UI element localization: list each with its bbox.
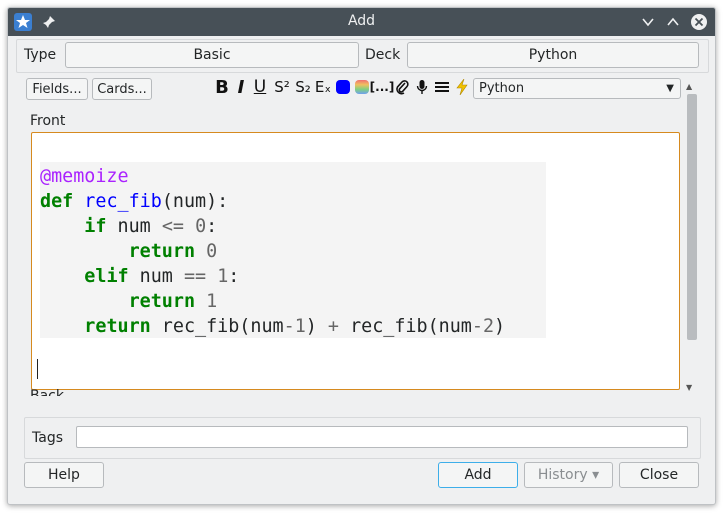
- scrollbar-thumb[interactable]: [687, 94, 697, 340]
- code-line-1: @memoize: [40, 166, 129, 187]
- history-button[interactable]: History ▾: [524, 462, 613, 488]
- window-title: Add: [347, 13, 376, 29]
- superscript-button[interactable]: S²: [273, 77, 291, 97]
- underline-button[interactable]: U: [253, 77, 267, 97]
- add-dialog-window: Add Type Basic Deck Python Fields... Car…: [7, 7, 716, 505]
- code-line-6: return 1: [128, 291, 218, 312]
- tags-input[interactable]: [76, 426, 688, 448]
- deck-button[interactable]: Python: [407, 42, 699, 68]
- clear-format-button[interactable]: Eₓ: [314, 77, 332, 97]
- language-select-value: Python: [479, 81, 525, 96]
- title-bar: Add: [8, 8, 715, 36]
- scroll-up-arrow-icon[interactable]: ▲: [686, 82, 692, 91]
- paperclip-icon[interactable]: [394, 77, 410, 97]
- minimize-chevron-icon[interactable]: [638, 12, 658, 32]
- close-button[interactable]: Close: [619, 462, 699, 488]
- text-color-button[interactable]: [335, 77, 351, 97]
- microphone-icon[interactable]: [414, 77, 430, 97]
- code-line-7: return rec_fib(num-1) + rec_fib(num-2): [84, 316, 506, 337]
- back-field-label: Back: [30, 388, 64, 396]
- cloze-button[interactable]: [...]: [370, 77, 395, 97]
- dropdown-arrow-icon: ▼: [666, 83, 674, 94]
- rainbow-color-icon: [355, 80, 369, 94]
- menu-lines-icon[interactable]: [434, 77, 450, 97]
- lightning-icon[interactable]: [454, 77, 470, 97]
- type-label: Type: [24, 47, 57, 63]
- code-line-4: return 0: [128, 241, 218, 262]
- note-type-button[interactable]: Basic: [65, 42, 359, 68]
- code-line-5: elif num == 1:: [84, 266, 240, 287]
- code-line-2: def rec_fib(num):: [40, 191, 229, 212]
- bold-button[interactable]: B: [215, 77, 229, 98]
- front-field-label: Front: [30, 113, 66, 129]
- fields-button[interactable]: Fields...: [26, 78, 88, 100]
- text-cursor: [37, 359, 38, 379]
- close-window-icon[interactable]: [689, 12, 709, 32]
- language-select[interactable]: Python ▼: [473, 78, 681, 99]
- italic-button[interactable]: I: [235, 77, 247, 98]
- subscript-button[interactable]: S₂: [294, 77, 312, 97]
- cards-button[interactable]: Cards...: [92, 78, 152, 100]
- deck-label: Deck: [365, 47, 401, 63]
- tags-label: Tags: [32, 430, 63, 446]
- add-button[interactable]: Add: [438, 462, 518, 488]
- text-color-swatch-icon: [336, 80, 350, 94]
- back-field-label-clip: Back: [30, 388, 150, 396]
- code-line-3: if num <= 0:: [84, 216, 218, 237]
- maximize-chevron-icon[interactable]: [663, 12, 683, 32]
- help-button[interactable]: Help: [24, 462, 104, 488]
- change-color-button[interactable]: [354, 77, 370, 97]
- scroll-down-arrow-icon[interactable]: ▼: [686, 383, 692, 392]
- code-block: @memoize def rec_fib(num): if num <= 0: …: [40, 162, 546, 338]
